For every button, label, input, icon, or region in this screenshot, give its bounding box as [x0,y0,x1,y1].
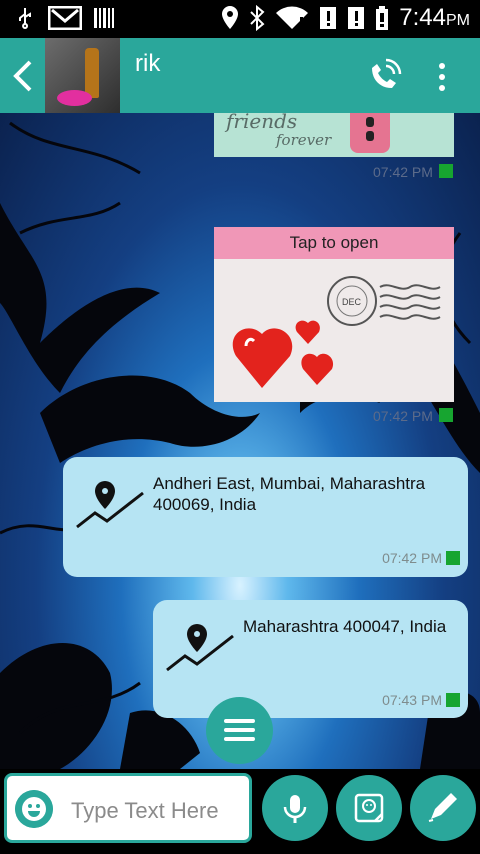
chat-area[interactable]: friends forever 07:42 PM Tap to open DEC [0,113,480,769]
pen-icon [428,793,457,822]
composer-bar [0,769,480,854]
sticker-message[interactable]: friends forever [214,113,454,157]
location-message[interactable]: Andheri East, Mumbai, Maharashtra 400069… [63,457,468,577]
svg-text:DEC: DEC [342,297,362,307]
heart-icon: DEC [232,276,441,388]
map-pin-icon [76,481,144,529]
avatar[interactable] [45,38,120,113]
signal-alert-icon [320,7,337,29]
app-bar: rik [0,38,480,113]
usb-icon [19,8,31,29]
sent-status-icon [439,164,453,178]
message-time: 07:42 PM [373,164,433,180]
location-status-icon [222,6,239,29]
mail-icon [48,6,82,30]
location-message[interactable]: Maharashtra 400047, India 07:43 PM [153,600,468,718]
signal-alert2-icon [348,7,365,29]
smiley-icon[interactable] [15,790,53,828]
card-message[interactable]: Tap to open DEC [214,227,454,402]
tap-to-open[interactable]: Tap to open [214,227,454,259]
message-time: 07:42 PM [373,408,433,424]
message-time: 07:42 PM [382,550,442,566]
sticker-icon [354,793,384,823]
barcode-icon [94,8,114,28]
sticker-button[interactable] [336,775,402,841]
more-vert-icon[interactable] [430,60,454,94]
message-input[interactable] [69,794,249,828]
sent-status-icon [446,693,460,707]
sent-status-icon [439,408,453,422]
bluetooth-icon [250,5,265,31]
phone-call-icon[interactable] [366,58,402,94]
map-pin-icon [166,624,234,672]
clock: 7:44PM [399,4,470,31]
location-address: Maharashtra 400047, India [243,617,447,636]
back-arrow-icon[interactable] [10,60,38,92]
menu-icon [224,719,255,741]
text-input-box[interactable] [4,773,252,843]
status-bar: 7:44PM [0,0,480,38]
message-time: 07:43 PM [382,692,442,708]
mic-icon [283,795,307,823]
mic-button[interactable] [262,775,328,841]
sticker-text-2: forever [276,131,332,149]
location-address: Andheri East, Mumbai, Maharashtra 400069… [153,474,426,514]
doodle-button[interactable] [410,775,476,841]
contact-name[interactable]: rik [135,50,160,78]
battery-icon [376,6,389,30]
sent-status-icon [446,551,460,565]
sticker-text-1: friends [226,113,298,133]
menu-fab-button[interactable] [206,697,273,764]
wifi-icon [276,6,309,29]
